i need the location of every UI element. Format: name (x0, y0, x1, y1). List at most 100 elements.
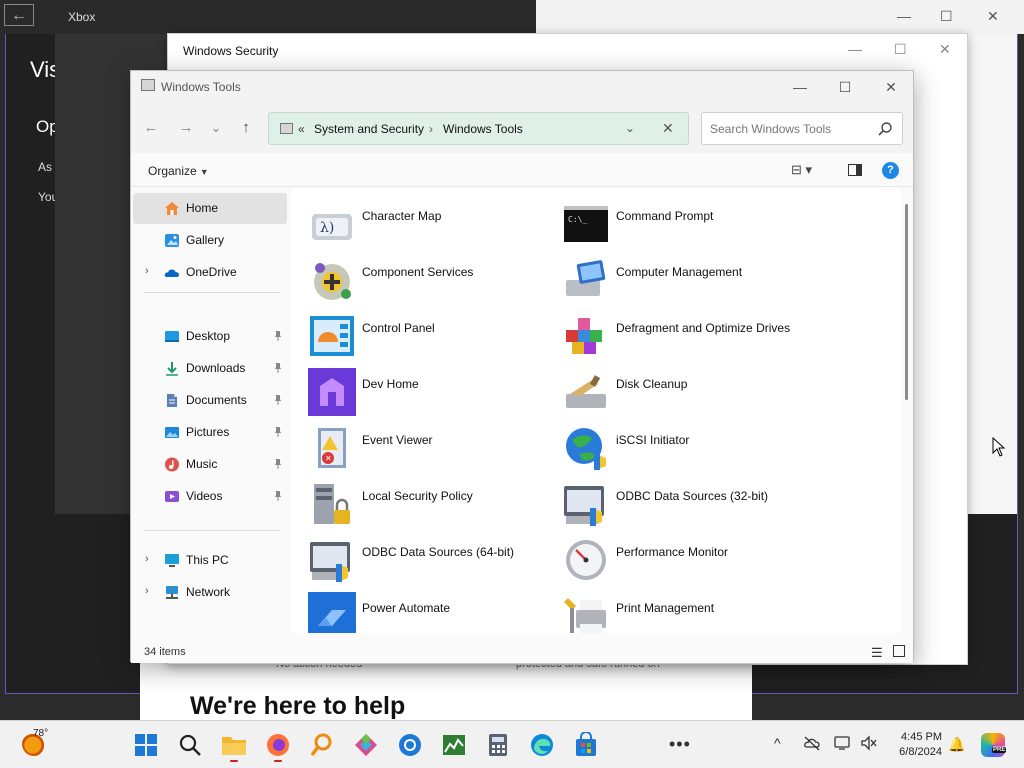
search-box[interactable] (701, 112, 903, 145)
pin-icon[interactable] (274, 490, 282, 502)
tool-item-disk-cleanup[interactable]: Disk Cleanup (545, 362, 795, 412)
odbc-32-icon (564, 486, 604, 526)
sidebar-item-gallery[interactable]: Gallery (133, 225, 287, 256)
pin-icon[interactable] (274, 426, 282, 438)
network-status-icon[interactable] (834, 735, 852, 751)
pin-icon[interactable] (274, 362, 282, 374)
xbox-back-button[interactable]: ← (4, 4, 34, 26)
tiles-view-button[interactable] (893, 645, 905, 657)
tool-item-performance-monitor[interactable]: Performance Monitor (545, 530, 795, 580)
breadcrumb-windows-tools[interactable]: Windows Tools (443, 122, 523, 136)
chevron-right-icon[interactable]: › (145, 585, 149, 597)
system-clock[interactable]: 4:45 PM 6/8/2024 (890, 730, 942, 760)
xbox-maximize-button[interactable]: ☐ (940, 8, 953, 25)
tool-name: Component Services (362, 265, 474, 279)
calculator-icon[interactable] (485, 732, 511, 758)
minimize-button[interactable]: — (785, 77, 815, 97)
maximize-button[interactable]: ☐ (830, 77, 860, 97)
pin-icon[interactable] (274, 458, 282, 470)
tool-item-component-services[interactable]: Component Services (291, 250, 541, 300)
photos-icon[interactable] (353, 732, 379, 758)
mouse-cursor-icon (992, 437, 1006, 457)
command-prompt-icon: C:\_ (564, 206, 608, 242)
forward-button[interactable]: → (175, 117, 197, 139)
chevron-right-icon[interactable]: › (429, 122, 433, 136)
tool-item-defragment[interactable]: Defragment and Optimize Drives (545, 306, 795, 356)
tool-item-iscsi-initiator[interactable]: iSCSI Initiator (545, 418, 795, 470)
copilot-preview-badge: PRE (992, 747, 1007, 753)
local-security-policy-icon (314, 484, 350, 524)
sidebar-item-pictures[interactable]: Pictures (133, 417, 287, 448)
store-icon[interactable] (573, 732, 599, 758)
tool-item-control-panel[interactable]: Control Panel (291, 306, 541, 356)
tool-name: Power Automate (362, 601, 451, 615)
notification-bell-icon[interactable]: 🔔 (948, 736, 965, 753)
pin-icon[interactable] (274, 394, 282, 406)
computer-management-icon (566, 260, 606, 296)
tool-item-odbc-32[interactable]: ODBC Data Sources (32-bit) (545, 474, 795, 526)
preview-pane-button[interactable] (848, 164, 862, 176)
close-button[interactable]: ✕ (876, 77, 906, 97)
weather-temperature[interactable]: 78° (33, 728, 48, 739)
odbc-64-icon (310, 542, 350, 582)
tool-item-character-map[interactable]: λ) Character Map (291, 194, 541, 244)
xbox-close-button[interactable]: ✕ (987, 8, 999, 25)
more-apps-button[interactable]: ••• (669, 734, 691, 755)
sidebar-item-this-pc[interactable]: › This PC (133, 545, 287, 576)
firefox-icon[interactable] (265, 732, 291, 762)
browser-icon[interactable] (397, 732, 423, 758)
winsec-minimize-button[interactable]: — (848, 41, 862, 57)
search-icon[interactable] (177, 732, 203, 758)
downloads-icon (166, 362, 178, 376)
search-input[interactable] (710, 120, 870, 138)
edge-icon[interactable] (529, 732, 555, 758)
tool-item-odbc-64[interactable]: ODBC Data Sources (64-bit) (291, 530, 541, 582)
xbox-minimize-button[interactable]: — (897, 8, 911, 24)
organize-button[interactable]: Organize ▼ (148, 164, 209, 178)
chevron-right-icon[interactable]: › (145, 553, 149, 565)
tool-item-computer-management[interactable]: Computer Management (545, 250, 795, 300)
back-button[interactable]: ← (140, 117, 162, 139)
address-dropdown-button[interactable]: ⌄ (625, 121, 635, 135)
task-manager-icon[interactable] (441, 732, 467, 758)
recent-locations-button[interactable]: ⌄ (205, 117, 227, 139)
sidebar-item-desktop[interactable]: Desktop (133, 321, 287, 352)
copilot-icon[interactable]: PRE (981, 733, 1007, 757)
tool-item-dev-home[interactable]: Dev Home (291, 362, 541, 416)
view-options-button[interactable]: ⊟ ▾ (791, 162, 812, 178)
tool-item-power-automate[interactable]: Power Automate (291, 586, 541, 633)
start-icon[interactable] (133, 732, 159, 758)
sidebar-item-label: Documents (186, 393, 247, 407)
sidebar-item-videos[interactable]: Videos (133, 481, 287, 512)
sidebar-item-documents[interactable]: Documents (133, 385, 287, 416)
sidebar-item-label: Music (186, 457, 218, 471)
winsec-maximize-button[interactable]: ☐ (894, 41, 907, 58)
onedrive-status-icon[interactable] (803, 735, 821, 751)
file-explorer-icon[interactable] (221, 732, 247, 762)
address-overflow-button[interactable]: « (298, 122, 305, 136)
volume-muted-icon[interactable] (860, 735, 878, 751)
breadcrumb-system-and-security[interactable]: System and Security (314, 122, 424, 136)
sidebar-item-network[interactable]: › Network (133, 577, 287, 608)
desktop-icon (165, 331, 179, 342)
sidebar-item-onedrive[interactable]: › OneDrive (133, 257, 287, 288)
details-view-button[interactable]: ☰ (871, 645, 883, 661)
tool-item-print-management[interactable]: Print Management (545, 586, 795, 633)
up-button[interactable]: ↑ (235, 117, 257, 139)
search-app-icon[interactable] (309, 732, 335, 758)
address-bar[interactable]: « System and Security › Windows Tools ⌄ … (268, 112, 689, 145)
sidebar-item-downloads[interactable]: Downloads (133, 353, 287, 384)
sidebar-item-home[interactable]: Home (133, 193, 287, 224)
pin-icon[interactable] (274, 330, 282, 342)
tray-expand-button[interactable]: ^ (774, 735, 781, 751)
address-clear-button[interactable]: ✕ (662, 120, 674, 137)
search-icon[interactable] (877, 121, 893, 137)
vertical-scrollbar[interactable] (905, 204, 908, 400)
tool-item-event-viewer[interactable]: ✕ Event Viewer (291, 418, 541, 468)
tool-item-local-security-policy[interactable]: Local Security Policy (291, 474, 541, 524)
tool-item-command-prompt[interactable]: C:\_ Command Prompt (545, 194, 795, 244)
chevron-right-icon[interactable]: › (145, 265, 149, 277)
help-button[interactable]: ? (882, 162, 899, 179)
winsec-close-button[interactable]: ✕ (939, 41, 951, 58)
sidebar-item-music[interactable]: Music (133, 449, 287, 480)
